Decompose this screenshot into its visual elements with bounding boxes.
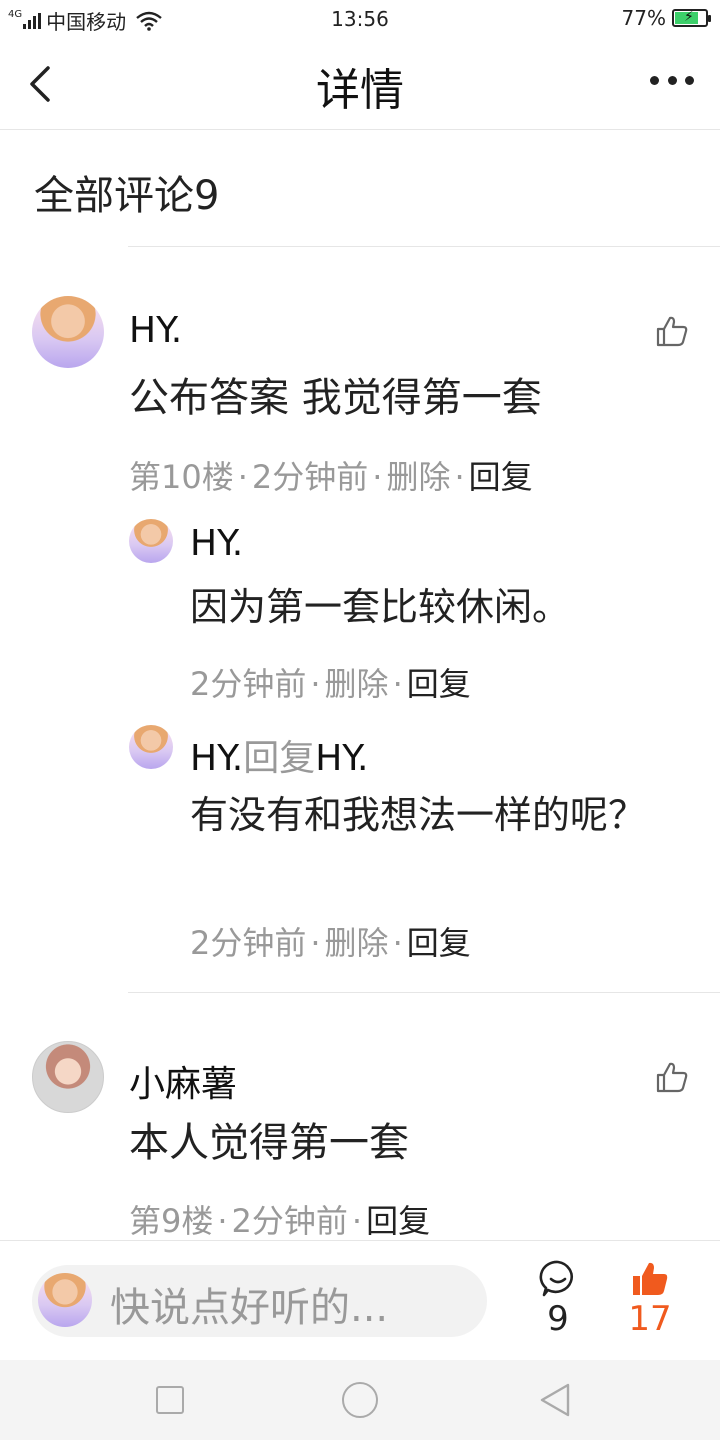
thumbs-up-icon[interactable]	[655, 1060, 689, 1094]
reply-button[interactable]: 回复	[366, 1202, 430, 1240]
comment-input[interactable]: 快说点好听的...	[32, 1265, 487, 1337]
comment-count: 9	[547, 1299, 569, 1339]
avatar[interactable]	[129, 725, 173, 769]
recents-button[interactable]	[156, 1386, 184, 1414]
delete-button[interactable]: 删除	[386, 458, 450, 496]
comment-username[interactable]: 小麻薯	[129, 1055, 237, 1107]
avatar	[38, 1273, 92, 1327]
reply-meta: 2分钟前 · 删除 · 回复	[190, 665, 471, 703]
comment-time: 2分钟前	[251, 458, 369, 496]
comment-text: 公布答案 我觉得第一套	[129, 375, 542, 421]
status-bar: 4G 中国移动 13:56 77% ⚡	[0, 0, 720, 38]
avatar[interactable]	[32, 1041, 104, 1113]
reply-text: 有没有和我想法一样的呢？	[190, 793, 647, 837]
delete-button[interactable]: 删除	[325, 924, 389, 962]
comment-count-button[interactable]: 9	[532, 1259, 584, 1339]
like-count: 17	[628, 1299, 672, 1339]
delete-button[interactable]: 删除	[325, 665, 389, 703]
reply-meta: 2分钟前 · 删除 · 回复	[190, 924, 471, 962]
reply-button[interactable]: 回复	[407, 665, 471, 703]
divider	[128, 246, 720, 247]
reply-button[interactable]: 回复	[407, 924, 471, 962]
reply-text: 因为第一套比较休闲。	[190, 585, 571, 629]
back-triangle-icon[interactable]	[538, 1382, 572, 1418]
comment-input-bar: 快说点好听的... 9 17	[0, 1240, 720, 1360]
status-time: 13:56	[331, 7, 389, 31]
reply-word: 回复	[243, 738, 316, 779]
comments-section-title: 全部评论9	[34, 173, 220, 219]
reply-button[interactable]: 回复	[469, 458, 533, 496]
reply-target[interactable]: HY.	[315, 738, 368, 779]
battery-icon: ⚡	[672, 9, 711, 27]
comment-time: 2分钟前	[231, 1202, 348, 1240]
comment-icon	[539, 1260, 573, 1297]
page-title: 详情	[316, 65, 404, 116]
reply-time: 2分钟前	[190, 665, 307, 703]
comment-username[interactable]: HY.	[129, 310, 182, 351]
comment-floor: 第10楼	[129, 458, 234, 496]
divider	[128, 992, 720, 993]
comment-input-placeholder: 快说点好听的...	[110, 1285, 389, 1331]
comment-floor: 第9楼	[129, 1202, 214, 1240]
reply-time: 2分钟前	[190, 924, 307, 962]
like-count-button[interactable]: 17	[624, 1259, 676, 1339]
avatar[interactable]	[129, 519, 173, 563]
status-right: 77% ⚡	[621, 6, 711, 30]
more-icon[interactable]	[650, 76, 694, 88]
reply-author[interactable]: HY.	[190, 738, 243, 779]
nav-bar: 详情	[0, 38, 720, 130]
reply-username[interactable]: HY.	[190, 523, 243, 564]
thumbs-up-icon[interactable]	[655, 314, 689, 348]
comment-meta: 第9楼 · 2分钟前 · 回复	[129, 1202, 431, 1240]
avatar[interactable]	[32, 296, 104, 368]
battery-percent: 77%	[621, 6, 666, 30]
thumbs-up-filled-icon	[633, 1262, 668, 1295]
comment-meta: 第10楼 · 2分钟前 · 删除 · 回复	[129, 458, 533, 496]
home-button[interactable]	[342, 1382, 378, 1418]
comment-text: 本人觉得第一套	[129, 1120, 409, 1166]
system-nav-bar	[0, 1360, 720, 1440]
reply-username: HY.回复HY.	[190, 729, 368, 781]
